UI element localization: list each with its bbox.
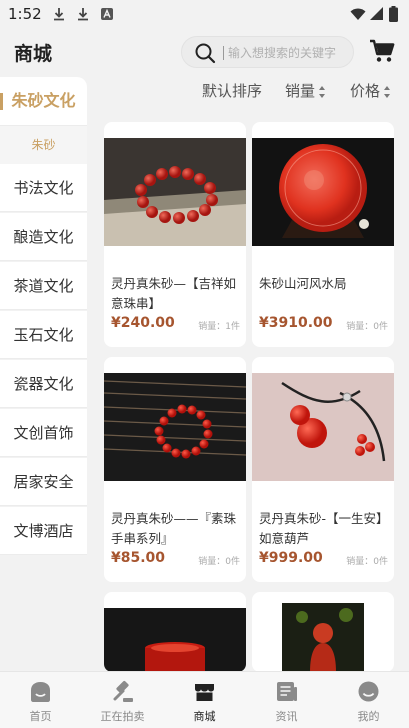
product-image-prayer-beads — [104, 373, 246, 481]
sidebar-item-calligraphy[interactable]: 书法文化 — [0, 164, 87, 212]
product-price: ¥999.00 — [259, 550, 323, 566]
tab-label: 资讯 — [275, 710, 298, 723]
sort-arrows-icon — [384, 85, 391, 98]
sort-arrows-icon — [319, 85, 326, 98]
signal-icon — [370, 7, 383, 20]
product-card[interactable] — [252, 592, 394, 672]
tab-mall[interactable]: 商城 — [164, 672, 245, 728]
search-input[interactable] — [228, 43, 352, 63]
news-icon — [277, 682, 297, 701]
sidebar-item-porcelain[interactable]: 瓷器文化 — [0, 360, 87, 408]
status-time: 1:52 — [8, 5, 42, 23]
tab-news[interactable]: 资讯 — [246, 672, 327, 728]
product-sales: 销量：1件 — [198, 322, 240, 332]
sidebar-item-hotel[interactable]: 文博酒店 — [0, 507, 87, 555]
product-image-bead-bracelet — [104, 138, 246, 246]
product-card[interactable]: 灵丹真朱砂—【吉祥如意珠串】 ¥240.00 销量：1件 — [104, 122, 246, 347]
product-sales: 销量：0件 — [198, 557, 240, 567]
search-divider — [223, 46, 224, 60]
sort-by-price[interactable]: 价格 — [350, 80, 391, 101]
tab-label: 商城 — [193, 710, 216, 723]
bottom-tab-bar: 首页 正在拍卖 商城 资讯 我的 — [0, 671, 409, 728]
product-card[interactable]: 灵丹真朱砂-【一生安】如意葫芦 ¥999.00 销量：0件 — [252, 357, 394, 582]
sidebar-item-brewing[interactable]: 酿造文化 — [0, 213, 87, 261]
header: 商城 — [0, 30, 409, 76]
product-title: 灵丹真朱砂——『素珠手串系列』 — [111, 511, 237, 546]
profile-icon — [358, 681, 379, 702]
sort-bar: 默认排序 销量 价格 — [96, 78, 409, 102]
sidebar-subitem-cinnabar[interactable]: 朱砂 — [0, 126, 87, 164]
sidebar-item-tea[interactable]: 茶道文化 — [0, 262, 87, 310]
sort-price-label: 价格 — [350, 82, 381, 100]
tab-auction[interactable]: 正在拍卖 — [82, 672, 163, 728]
search-box[interactable] — [181, 36, 354, 68]
tab-home[interactable]: 首页 — [0, 672, 81, 728]
tab-profile[interactable]: 我的 — [328, 672, 409, 728]
product-title: 灵丹真朱砂—【吉祥如意珠串】 — [111, 276, 237, 311]
wifi-icon — [350, 8, 366, 20]
product-sales: 销量：0件 — [346, 557, 388, 567]
product-image-gourd-pendant — [252, 373, 394, 481]
download-icon — [78, 8, 88, 21]
tab-label: 首页 — [29, 710, 52, 723]
sidebar-item-cinnabar[interactable]: 朱砂文化 — [0, 77, 87, 126]
home-icon — [31, 682, 50, 702]
product-price: ¥240.00 — [111, 315, 175, 331]
sidebar-item-jade[interactable]: 玉石文化 — [0, 311, 87, 359]
cart-icon[interactable] — [369, 38, 395, 64]
product-title: 灵丹真朱砂-【一生安】如意葫芦 — [259, 511, 389, 546]
sort-by-sales[interactable]: 销量 — [285, 80, 326, 101]
product-price: ¥85.00 — [111, 550, 166, 566]
battery-icon — [389, 6, 398, 22]
search-icon[interactable] — [194, 42, 216, 64]
product-card[interactable] — [104, 592, 246, 672]
product-sales: 销量：0件 — [346, 322, 388, 332]
product-price: ¥3910.00 — [259, 315, 333, 331]
category-sidebar: 朱砂文化 朱砂 书法文化 酿造文化 茶道文化 玉石文化 瓷器文化 文创首饰 居家… — [0, 77, 87, 671]
gavel-icon — [113, 680, 133, 702]
store-icon — [195, 684, 214, 701]
sidebar-item-jewelry[interactable]: 文创首饰 — [0, 409, 87, 457]
download-icon — [54, 8, 64, 21]
tab-label: 正在拍卖 — [100, 710, 145, 723]
page-title: 商城 — [14, 43, 53, 65]
product-card[interactable]: 朱砂山河风水局 ¥3910.00 销量：0件 — [252, 122, 394, 347]
app-notification-icon — [101, 8, 113, 20]
product-title: 朱砂山河风水局 — [259, 276, 347, 291]
sort-sales-label: 销量 — [285, 82, 316, 100]
sidebar-item-home-safety[interactable]: 居家安全 — [0, 458, 87, 506]
sort-default[interactable]: 默认排序 — [202, 80, 262, 101]
product-image-cinnabar-statue — [282, 603, 364, 672]
product-image-cinnabar-jar — [104, 608, 246, 672]
product-image-cinnabar-disc — [252, 138, 394, 246]
tab-label: 我的 — [357, 710, 380, 723]
status-bar: 1:52 — [0, 0, 409, 30]
product-card[interactable]: 灵丹真朱砂——『素珠手串系列』 ¥85.00 销量：0件 — [104, 357, 246, 582]
